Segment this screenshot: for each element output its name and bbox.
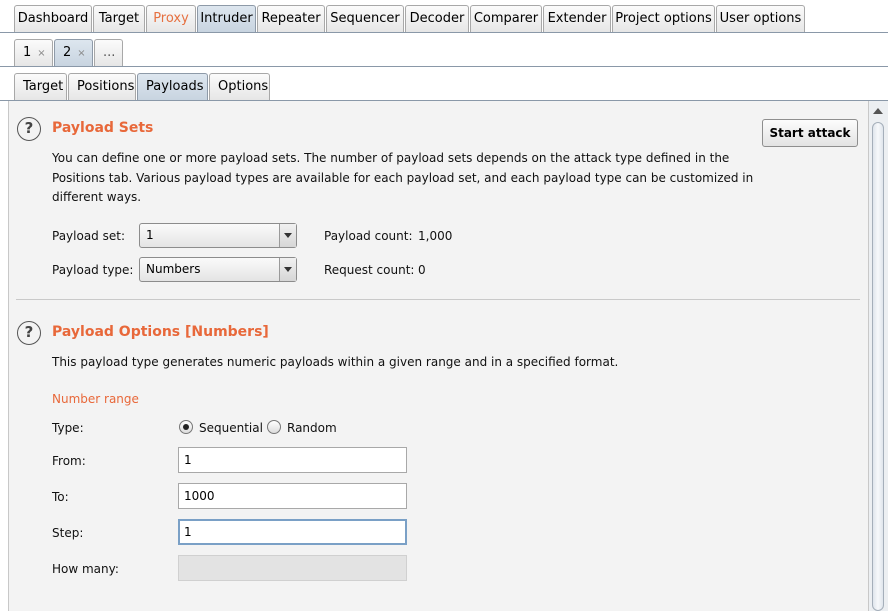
from-label: From:: [52, 454, 86, 468]
tab-extender[interactable]: Extender: [543, 5, 611, 32]
request-count-label: Request count:: [324, 263, 415, 277]
subtab-label: Positions: [77, 79, 135, 94]
subtab-payloads[interactable]: Payloads: [137, 73, 208, 100]
subtab-options[interactable]: Options: [209, 73, 270, 100]
tab-sequencer[interactable]: Sequencer: [326, 5, 404, 32]
attack-tab-underline: [0, 66, 888, 67]
payload-sets-description: You can define one or more payload sets.…: [52, 149, 753, 208]
attack-tab-label: 2: [63, 45, 72, 60]
main-tab-underline: [0, 32, 888, 33]
tab-user-options[interactable]: User options: [716, 5, 805, 32]
random-radio-label: Random: [287, 421, 337, 435]
type-label: Type:: [52, 421, 84, 435]
tab-label: Target: [98, 11, 140, 26]
tab-target[interactable]: Target: [93, 5, 145, 32]
scrollbar-thumb[interactable]: [872, 122, 884, 611]
description-line: different ways.: [52, 190, 142, 204]
tab-label: Proxy: [153, 11, 189, 26]
tab-intruder[interactable]: Intruder: [197, 5, 256, 32]
attack-tab-2[interactable]: 2 ×: [54, 39, 93, 66]
tab-decoder[interactable]: Decoder: [405, 5, 469, 32]
subtab-positions[interactable]: Positions: [68, 73, 136, 100]
help-icon[interactable]: ?: [17, 117, 41, 141]
tab-label: User options: [719, 11, 802, 26]
tab-proxy[interactable]: Proxy: [146, 5, 196, 32]
scroll-up-arrow-icon[interactable]: [873, 108, 883, 114]
tab-label: Dashboard: [17, 11, 89, 26]
from-field[interactable]: 1: [178, 447, 407, 473]
close-icon[interactable]: ×: [77, 48, 85, 59]
attack-tab-label: 1: [23, 45, 32, 60]
tab-label: Comparer: [473, 11, 539, 26]
chevron-down-icon[interactable]: [279, 258, 296, 281]
payload-count-value: 1,000: [418, 229, 453, 243]
tab-comparer[interactable]: Comparer: [470, 5, 542, 32]
tab-label: Sequencer: [330, 11, 400, 26]
how-many-field: [178, 555, 407, 581]
step-label: Step:: [52, 526, 84, 540]
description-line: Positions tab. Various payload types are…: [52, 170, 754, 185]
payload-type-label: Payload type:: [52, 263, 134, 277]
attack-tab-1[interactable]: 1 ×: [14, 39, 53, 66]
tab-label: Repeater: [261, 11, 321, 26]
subtab-label: Payloads: [146, 79, 204, 94]
to-field[interactable]: 1000: [178, 483, 407, 509]
close-icon[interactable]: ×: [37, 48, 45, 59]
payload-type-select[interactable]: Numbers: [139, 257, 297, 282]
new-attack-tab[interactable]: ...: [94, 39, 123, 66]
payload-options-description: This payload type generates numeric payl…: [52, 355, 619, 369]
payload-type-value: Numbers: [146, 262, 201, 276]
section-divider: [16, 299, 860, 300]
description-line: You can define one or more payload sets.…: [52, 151, 730, 165]
payload-sets-title: Payload Sets: [52, 120, 154, 136]
tab-dashboard[interactable]: Dashboard: [14, 5, 92, 32]
new-tab-label: ...: [103, 45, 116, 60]
sequential-radio[interactable]: [179, 420, 193, 434]
tab-repeater[interactable]: Repeater: [257, 5, 325, 32]
how-many-label: How many:: [52, 562, 119, 576]
payload-options-title: Payload Options [Numbers]: [52, 324, 269, 340]
start-attack-button[interactable]: Start attack: [762, 119, 858, 147]
payload-set-value: 1: [146, 228, 154, 242]
subtab-target[interactable]: Target: [14, 73, 67, 100]
number-range-heading: Number range: [52, 392, 139, 406]
random-radio[interactable]: [267, 420, 281, 434]
payload-set-select[interactable]: 1: [139, 223, 297, 248]
step-field[interactable]: 1: [178, 519, 407, 545]
payload-count-label: Payload count:: [324, 229, 413, 243]
tab-label: Extender: [547, 11, 607, 26]
tab-label: Intruder: [200, 11, 253, 26]
request-count-value: 0: [418, 263, 426, 277]
sequential-radio-label: Sequential: [199, 421, 263, 435]
tab-label: Decoder: [409, 11, 465, 26]
payload-set-label: Payload set:: [52, 229, 125, 243]
chevron-down-icon[interactable]: [279, 224, 296, 247]
to-label: To:: [52, 490, 69, 504]
subtab-label: Options: [218, 79, 269, 94]
subtab-label: Target: [23, 79, 64, 94]
tab-label: Project options: [615, 11, 712, 26]
tab-project-options[interactable]: Project options: [612, 5, 715, 32]
help-icon[interactable]: ?: [17, 321, 41, 345]
